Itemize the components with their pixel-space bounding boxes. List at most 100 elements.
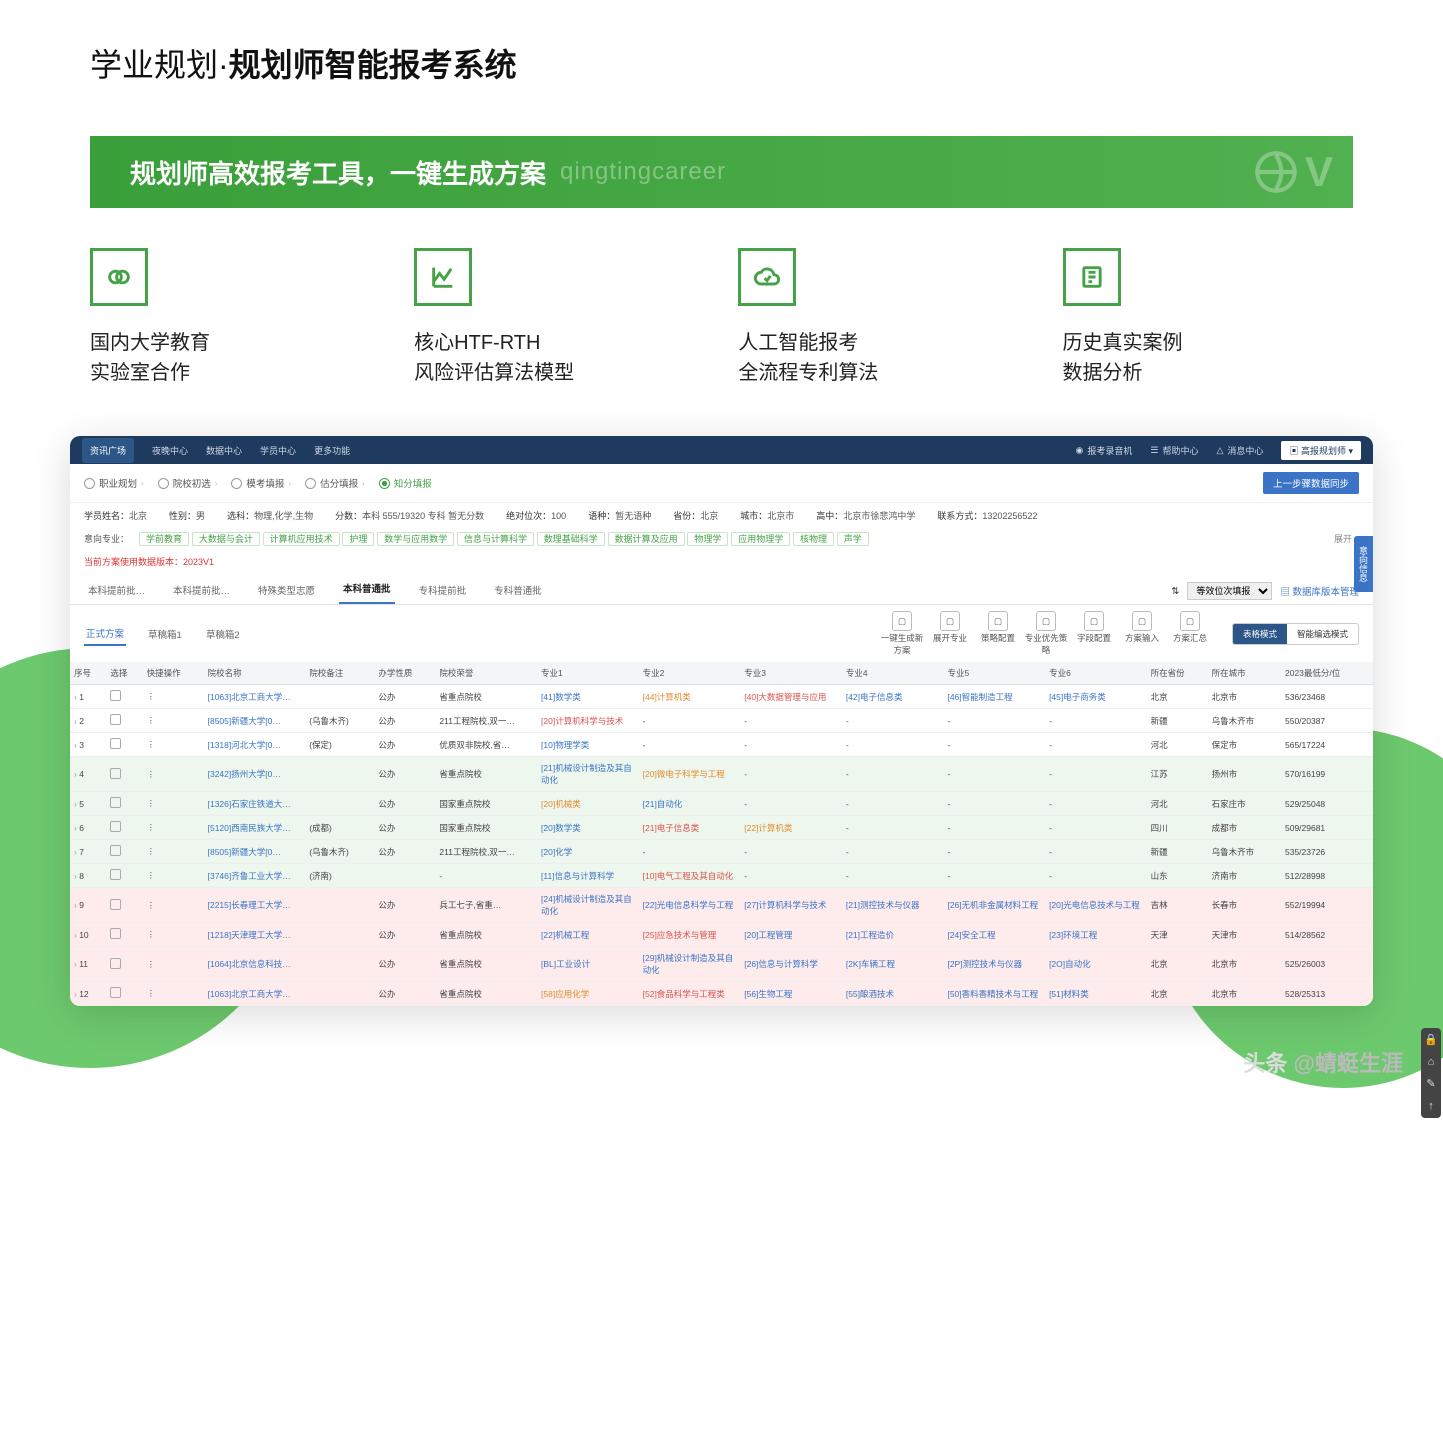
expand-row[interactable]: › bbox=[74, 989, 77, 999]
tool-button[interactable]: ▢方案输入 bbox=[1120, 611, 1164, 656]
expand-row[interactable]: › bbox=[74, 959, 77, 969]
intent-tag[interactable]: 数学与应用数学 bbox=[377, 532, 454, 546]
expand-row[interactable]: › bbox=[74, 823, 77, 833]
major-cell[interactable]: [51]材料类 bbox=[1045, 982, 1147, 1006]
intent-tag[interactable]: 核物理 bbox=[793, 532, 834, 546]
major-cell[interactable]: [21]电子信息类 bbox=[639, 816, 741, 840]
major-cell[interactable]: [10]电气工程及其自动化 bbox=[639, 864, 741, 888]
major-cell[interactable]: [58]应用化学 bbox=[537, 982, 639, 1006]
major-cell[interactable]: - bbox=[842, 840, 944, 864]
major-cell[interactable]: - bbox=[740, 757, 842, 792]
major-cell[interactable]: [22]机械工程 bbox=[537, 923, 639, 947]
quick-op[interactable]: ⋮ bbox=[143, 864, 204, 888]
nav-more[interactable]: 更多功能 bbox=[314, 444, 350, 457]
expand-row[interactable]: › bbox=[74, 900, 77, 910]
major-cell[interactable]: - bbox=[639, 733, 741, 757]
quick-op[interactable]: ⋮ bbox=[143, 888, 204, 923]
major-cell[interactable]: [20]光电信息技术与工程 bbox=[1045, 888, 1147, 923]
major-cell[interactable]: [21]工程造价 bbox=[842, 923, 944, 947]
row-checkbox[interactable] bbox=[110, 845, 121, 856]
plan-tab[interactable]: 草稿箱1 bbox=[146, 623, 184, 645]
major-cell[interactable]: [44]计算机类 bbox=[639, 685, 741, 709]
row-checkbox[interactable] bbox=[110, 987, 121, 998]
quick-op[interactable]: ⋮ bbox=[143, 947, 204, 982]
quick-op[interactable]: ⋮ bbox=[143, 792, 204, 816]
nav-dashboard[interactable]: 资讯广场 bbox=[82, 438, 134, 463]
major-cell[interactable]: [26]无机非金属材料工程 bbox=[943, 888, 1045, 923]
quick-op[interactable]: ⋮ bbox=[143, 923, 204, 947]
top-icon[interactable]: ↑ bbox=[1423, 1098, 1439, 1114]
row-checkbox[interactable] bbox=[110, 690, 121, 701]
major-cell[interactable]: [2P]测控技术与仪器 bbox=[943, 947, 1045, 982]
row-checkbox[interactable] bbox=[110, 738, 121, 749]
major-cell[interactable]: [26]信息与计算科学 bbox=[740, 947, 842, 982]
intent-tag[interactable]: 护理 bbox=[342, 532, 374, 546]
db-version-link[interactable]: ▤ 数据库版本管理 bbox=[1280, 584, 1359, 598]
school-link[interactable]: [3242]扬州大学[0… bbox=[204, 757, 306, 792]
major-cell[interactable]: - bbox=[842, 792, 944, 816]
tool-button[interactable]: ▢一键生成新方案 bbox=[880, 611, 924, 656]
batch-tab[interactable]: 专科普通批 bbox=[490, 576, 546, 604]
school-link[interactable]: [1218]天津理工大学… bbox=[204, 923, 306, 947]
major-cell[interactable]: - bbox=[639, 709, 741, 733]
quick-op[interactable]: ⋮ bbox=[143, 982, 204, 1006]
expand-row[interactable]: › bbox=[74, 930, 77, 940]
major-cell[interactable]: [20]数学类 bbox=[537, 816, 639, 840]
expand-row[interactable]: › bbox=[74, 740, 77, 750]
major-cell[interactable]: [21]测控技术与仪器 bbox=[842, 888, 944, 923]
plan-tab[interactable]: 草稿箱2 bbox=[204, 623, 242, 645]
row-checkbox[interactable] bbox=[110, 797, 121, 808]
major-cell[interactable]: [24]机械设计制造及其自动化 bbox=[537, 888, 639, 923]
major-cell[interactable]: [2O]自动化 bbox=[1045, 947, 1147, 982]
hdr-user[interactable]: ▣ 高报规划师 ▾ bbox=[1281, 441, 1361, 460]
quick-op[interactable]: ⋮ bbox=[143, 685, 204, 709]
major-cell[interactable]: - bbox=[943, 733, 1045, 757]
major-cell[interactable]: - bbox=[943, 816, 1045, 840]
major-cell[interactable]: - bbox=[740, 864, 842, 888]
quick-op[interactable]: ⋮ bbox=[143, 840, 204, 864]
major-cell[interactable]: [20]机械类 bbox=[537, 792, 639, 816]
step-3[interactable]: 模考填报› bbox=[231, 476, 291, 490]
intent-tag[interactable]: 信息与计算科学 bbox=[457, 532, 534, 546]
quick-op[interactable]: ⋮ bbox=[143, 816, 204, 840]
expand-row[interactable]: › bbox=[74, 692, 77, 702]
major-cell[interactable]: - bbox=[842, 733, 944, 757]
tool-button[interactable]: ▢方案汇总 bbox=[1168, 611, 1212, 656]
major-cell[interactable]: [56]生物工程 bbox=[740, 982, 842, 1006]
side-intent-tab[interactable]: 意向信息 bbox=[1354, 536, 1373, 592]
expand-row[interactable]: › bbox=[74, 871, 77, 881]
expand-row[interactable]: › bbox=[74, 847, 77, 857]
major-cell[interactable]: [20]工程管理 bbox=[740, 923, 842, 947]
major-cell[interactable]: - bbox=[1045, 840, 1147, 864]
quick-op[interactable]: ⋮ bbox=[143, 709, 204, 733]
major-cell[interactable]: [52]食品科学与工程类 bbox=[639, 982, 741, 1006]
tool-button[interactable]: ▢展开专业 bbox=[928, 611, 972, 656]
intent-tag[interactable]: 物理学 bbox=[687, 532, 728, 546]
major-cell[interactable]: [45]电子商务类 bbox=[1045, 685, 1147, 709]
step-5[interactable]: 知分填报 bbox=[379, 476, 432, 490]
quick-op[interactable]: ⋮ bbox=[143, 733, 204, 757]
school-link[interactable]: [1318]河北大学[0… bbox=[204, 733, 306, 757]
step-2[interactable]: 院校初选› bbox=[158, 476, 218, 490]
intent-tag[interactable]: 大数据与会计 bbox=[192, 532, 260, 546]
major-cell[interactable]: [55]酿酒技术 bbox=[842, 982, 944, 1006]
major-cell[interactable]: - bbox=[1045, 816, 1147, 840]
tool-button[interactable]: ▢字段配置 bbox=[1072, 611, 1116, 656]
major-cell[interactable]: - bbox=[943, 709, 1045, 733]
major-cell[interactable]: - bbox=[639, 840, 741, 864]
major-cell[interactable]: - bbox=[943, 757, 1045, 792]
hdr-help[interactable]: ☰ 帮助中心 bbox=[1150, 444, 1198, 457]
major-cell[interactable]: [22]光电信息科学与工程 bbox=[639, 888, 741, 923]
tool-button[interactable]: ▢专业优先策略 bbox=[1024, 611, 1068, 656]
row-checkbox[interactable] bbox=[110, 714, 121, 725]
major-cell[interactable]: [41]数学类 bbox=[537, 685, 639, 709]
major-cell[interactable]: [42]电子信息类 bbox=[842, 685, 944, 709]
expand-row[interactable]: › bbox=[74, 769, 77, 779]
batch-tab[interactable]: 本科提前批… bbox=[169, 576, 234, 604]
major-cell[interactable]: - bbox=[943, 864, 1045, 888]
step-1[interactable]: 职业规划› bbox=[84, 476, 144, 490]
school-link[interactable]: [2215]长春理工大学… bbox=[204, 888, 306, 923]
intent-tag[interactable]: 声学 bbox=[837, 532, 869, 546]
school-link[interactable]: [1063]北京工商大学… bbox=[204, 982, 306, 1006]
major-cell[interactable]: [2K]车辆工程 bbox=[842, 947, 944, 982]
